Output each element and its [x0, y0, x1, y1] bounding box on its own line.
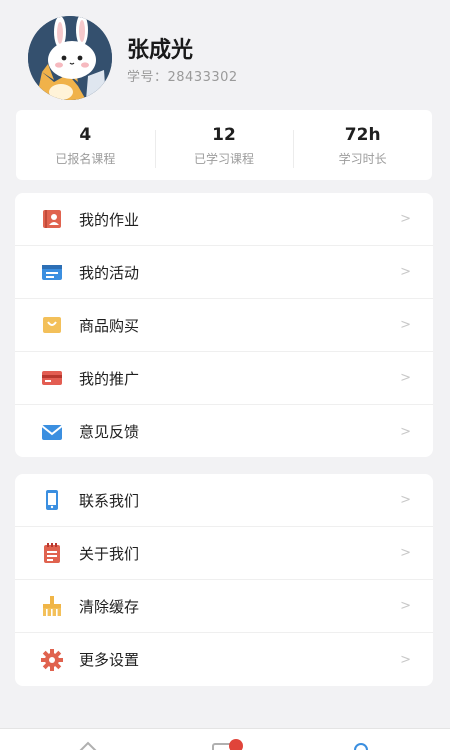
chevron-right-icon: > [400, 211, 411, 227]
profile-header: 张成光 学号：28433302 [0, 0, 450, 104]
menu-card-secondary: 联系我们 > 关于我们 > 清除缓存 > 更多设置 > [15, 474, 433, 686]
menu-item-label: 联系我们 [79, 491, 140, 510]
chevron-right-icon: > [400, 492, 411, 508]
chevron-right-icon: > [400, 264, 411, 280]
chevron-right-icon: > [400, 424, 411, 439]
menu-item-label: 意见反馈 [79, 423, 140, 441]
stat-value: 12 [212, 124, 236, 145]
menu-item-feedback[interactable]: 意见反馈 > [15, 405, 433, 458]
stat-label: 已学习课程 [194, 151, 255, 166]
menu-item-shopping[interactable]: 商品购买 > [15, 299, 433, 352]
menu-item-label: 清除缓存 [79, 597, 140, 616]
menu-item-label: 我的活动 [79, 263, 140, 282]
bottom-tab-bar [0, 728, 450, 750]
gear-icon [41, 648, 63, 671]
menu-item-activities[interactable]: 我的活动 > [15, 246, 433, 299]
stat-learned-courses[interactable]: 12 已学习课程 [154, 124, 294, 168]
stat-enrolled-courses[interactable]: 4 已报名课程 [16, 124, 155, 167]
chevron-right-icon: > [400, 370, 411, 386]
student-id: 学号：28433302 [127, 70, 238, 85]
stat-study-time[interactable]: 72h 学习时长 [293, 124, 432, 168]
menu-card-primary: 我的作业 > 我的活动 > 商品购买 > 我的推广 > 意见反馈 > [15, 193, 433, 457]
chevron-right-icon: > [400, 545, 411, 561]
menu-item-label: 更多设置 [79, 651, 140, 669]
user-name: 张成光 [127, 38, 194, 63]
menu-item-promotion[interactable]: 我的推广 > [15, 352, 433, 405]
menu-item-more-settings[interactable]: 更多设置 > [15, 633, 433, 686]
menu-item-clear-cache[interactable]: 清除缓存 > [15, 580, 433, 633]
stat-label: 已报名课程 [55, 151, 116, 166]
chevron-right-icon: > [400, 598, 411, 614]
menu-item-homework[interactable]: 我的作业 > [15, 193, 433, 246]
chevron-right-icon: > [400, 652, 411, 667]
stats-card: 4 已报名课程 12 已学习课程 72h 学习时长 [16, 110, 432, 180]
mail-icon [41, 421, 63, 443]
menu-item-label: 我的推广 [79, 369, 140, 388]
stat-label: 学习时长 [338, 151, 387, 166]
homework-icon [41, 208, 63, 230]
menu-item-label: 关于我们 [79, 544, 140, 563]
menu-item-label: 我的作业 [79, 210, 140, 229]
stat-value: 72h [344, 124, 381, 145]
menu-item-about-us[interactable]: 关于我们 > [15, 527, 433, 580]
broom-icon [41, 595, 63, 617]
shopping-icon [41, 314, 63, 336]
stat-value: 4 [79, 124, 92, 145]
profile-tab-icon[interactable] [350, 739, 372, 750]
profile-page: 张成光 学号：28433302 4 已报名课程 12 已学习课程 72h 学习时… [0, 0, 450, 750]
notification-badge [229, 739, 243, 750]
activity-icon [41, 261, 63, 283]
bunny-avatar-icon[interactable] [28, 16, 112, 100]
home-icon[interactable] [77, 739, 99, 750]
menu-item-contact-us[interactable]: 联系我们 > [15, 474, 433, 527]
menu-item-label: 商品购买 [79, 316, 140, 335]
chevron-right-icon: > [400, 317, 411, 333]
phone-icon [41, 489, 63, 511]
notebook-icon [41, 542, 63, 564]
card-icon [41, 367, 63, 389]
